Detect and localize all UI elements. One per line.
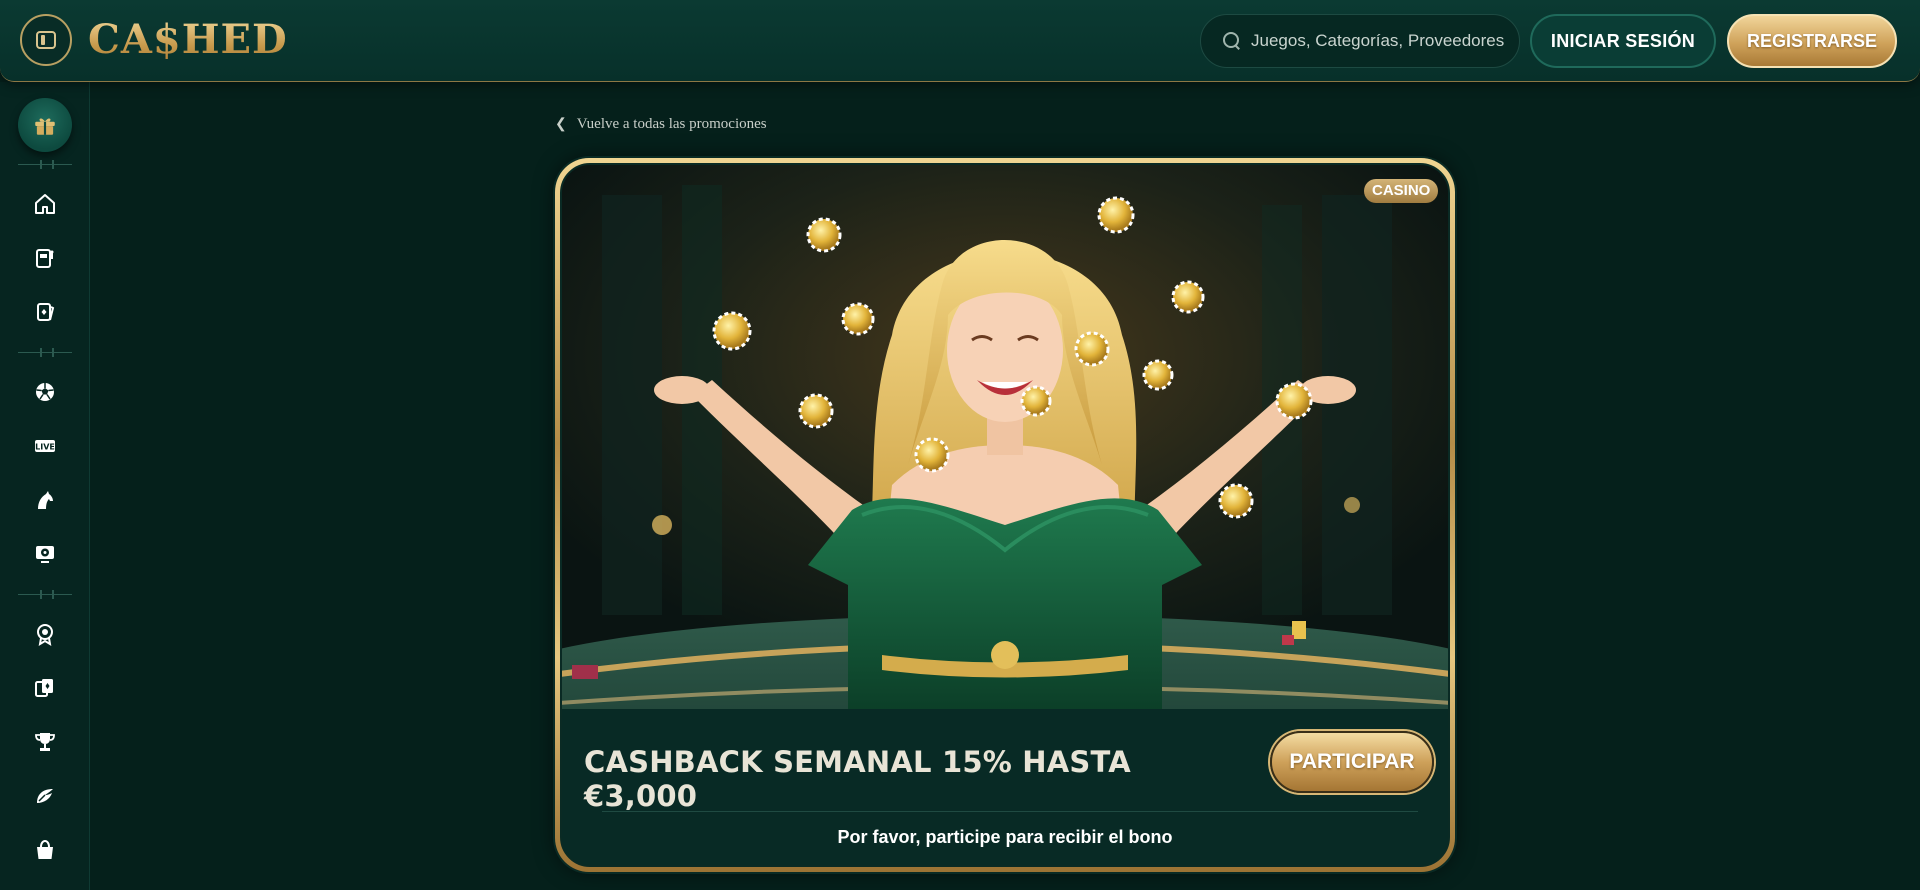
sidebar-item-home[interactable]	[27, 186, 63, 222]
sidebar-item-tournaments[interactable]	[27, 724, 63, 760]
sidebar-divider	[18, 348, 72, 358]
sidebar-item-live[interactable]: LIVE	[27, 428, 63, 464]
sports-icon	[37, 789, 53, 803]
slot-machine-icon	[36, 249, 54, 268]
cards-icon	[37, 303, 55, 321]
promo-title: CASHBACK SEMANAL 15% HASTA €3,000	[584, 745, 1131, 813]
sidebar-toggle-icon	[36, 31, 56, 49]
search-icon	[1223, 32, 1241, 50]
sidebar-item-sports[interactable]	[27, 374, 63, 410]
back-to-promotions-link[interactable]: ❮ Vuelve a todas las promociones	[555, 114, 767, 134]
shop-bag-icon	[37, 839, 53, 859]
register-button[interactable]: REGISTRARSE	[1727, 14, 1897, 68]
svg-text:LIVE: LIVE	[35, 443, 55, 452]
sidebar-item-virtual[interactable]	[27, 536, 63, 572]
top-header: CA$HED INICIAR SESIÓN REGISTRARSE	[0, 0, 1920, 82]
sidebar-item-casino[interactable]	[27, 294, 63, 330]
promo-banner-image: CASINO	[562, 165, 1448, 709]
sidebar-item-vip[interactable]	[27, 616, 63, 652]
back-link-label: Vuelve a todas las promociones	[576, 115, 767, 132]
badge-icon	[37, 624, 53, 646]
search-box[interactable]	[1200, 14, 1520, 68]
card-deck-icon	[35, 679, 53, 697]
promo-illustration	[562, 165, 1448, 709]
horse-icon	[38, 491, 53, 509]
sidebar-item-esports[interactable]	[27, 778, 63, 814]
chevron-left-icon: ❮	[555, 116, 567, 132]
sidebar-item-table-games[interactable]	[27, 670, 63, 706]
trophy-icon	[35, 733, 55, 751]
category-badge: CASINO	[1364, 179, 1439, 203]
sidebar-item-racing[interactable]	[27, 482, 63, 518]
soccer-ball-icon	[36, 383, 54, 401]
gift-icon	[35, 118, 55, 135]
promo-card: CASINO CASHBACK SEMANAL 15% HASTA €3,000…	[555, 158, 1455, 872]
sidebar-item-slots[interactable]	[27, 240, 63, 276]
sidebar-item-promotions[interactable]	[18, 98, 72, 152]
login-button[interactable]: INICIAR SESIÓN	[1530, 14, 1716, 68]
sidebar-item-shop[interactable]	[27, 832, 63, 868]
sidebar-nav: LIVE	[0, 82, 90, 890]
sidebar-divider	[18, 590, 72, 600]
live-icon: LIVE	[35, 440, 55, 452]
site-logo[interactable]: CA$HED	[88, 14, 288, 66]
search-input[interactable]	[1251, 31, 1511, 51]
home-icon	[35, 194, 55, 214]
virtual-sports-icon	[36, 546, 54, 563]
participate-button[interactable]: PARTICIPAR	[1270, 731, 1434, 793]
sidebar-toggle-button[interactable]	[20, 14, 72, 66]
promo-divider	[602, 811, 1418, 812]
sidebar-divider	[18, 160, 72, 170]
promo-note: Por favor, participe para recibir el bon…	[837, 827, 1173, 847]
promo-card-inner: CASINO CASHBACK SEMANAL 15% HASTA €3,000…	[560, 163, 1450, 867]
